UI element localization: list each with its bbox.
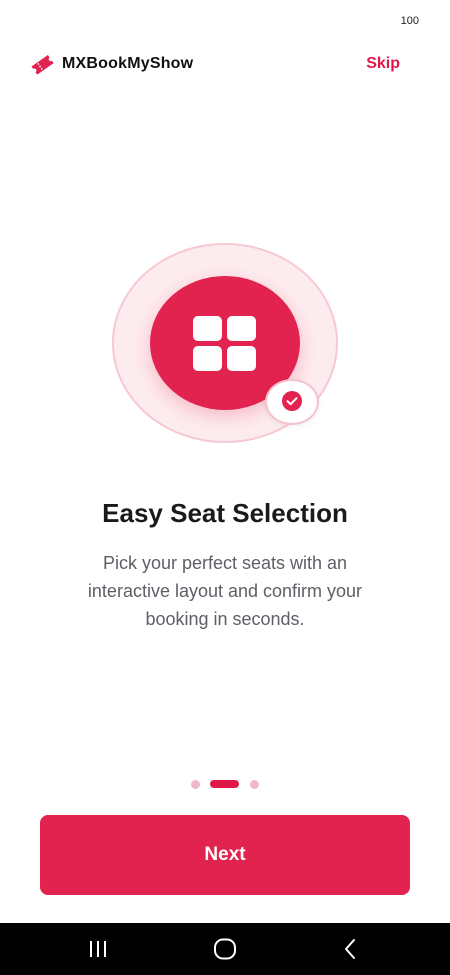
brand-name: MXBookMyShow: [62, 55, 194, 72]
seat-grid-icon: [193, 316, 257, 372]
check-badge: [265, 379, 319, 425]
page-dot-3: [250, 780, 259, 789]
status-bar: 100: [0, 0, 450, 40]
battery-level: 100: [400, 15, 419, 27]
page-indicator: [0, 779, 450, 789]
next-button[interactable]: Next: [40, 815, 410, 895]
onboarding-description: Pick your perfect seats with an interact…: [87, 553, 363, 629]
back-icon[interactable]: [320, 923, 380, 975]
brand: MXBookMyShow: [30, 52, 193, 76]
seat-selection-illustration: [112, 243, 338, 443]
skip-button[interactable]: Skip: [366, 55, 400, 73]
onboarding-screen: 100 MXBookMyShow Skip Easy Seat Selectio…: [0, 0, 450, 975]
system-nav-bar: [0, 923, 450, 975]
recents-icon[interactable]: [68, 923, 128, 975]
ticket-icon: [30, 52, 54, 76]
app-header: MXBookMyShow Skip: [0, 46, 450, 82]
home-icon[interactable]: [195, 923, 255, 975]
page-dot-2-active: [210, 780, 239, 788]
page-dot-1: [191, 780, 200, 789]
onboarding-title: Easy Seat Selection: [102, 498, 348, 528]
